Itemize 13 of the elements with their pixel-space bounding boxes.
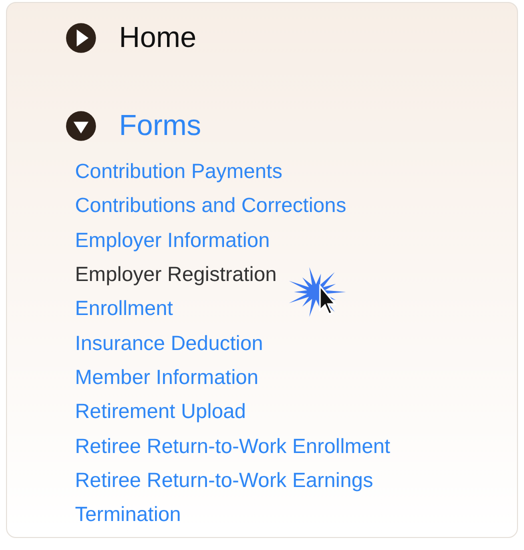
menu-link[interactable]: Termination xyxy=(75,503,181,528)
menu-link[interactable]: Retirement Upload xyxy=(75,400,246,424)
section-link[interactable]: Forms xyxy=(119,110,202,142)
menu-link[interactable]: Employer Registration xyxy=(75,263,277,288)
menu-link[interactable]: Retiree Return-to-Work Earnings xyxy=(75,468,374,493)
menu-link[interactable]: Retiree Return-to-Work Enrollment xyxy=(75,434,390,459)
menu-link[interactable]: Insurance Deduction xyxy=(75,332,264,356)
menu-link[interactable]: Enrollment xyxy=(75,297,173,322)
menu-link[interactable]: Contributions and Corrections xyxy=(75,194,346,218)
section-link[interactable]: Home xyxy=(119,22,196,54)
menu-link[interactable]: Member Information xyxy=(75,366,258,390)
menu-link[interactable]: Contribution Payments xyxy=(75,160,282,184)
menu-link[interactable]: Employer Information xyxy=(75,228,270,253)
